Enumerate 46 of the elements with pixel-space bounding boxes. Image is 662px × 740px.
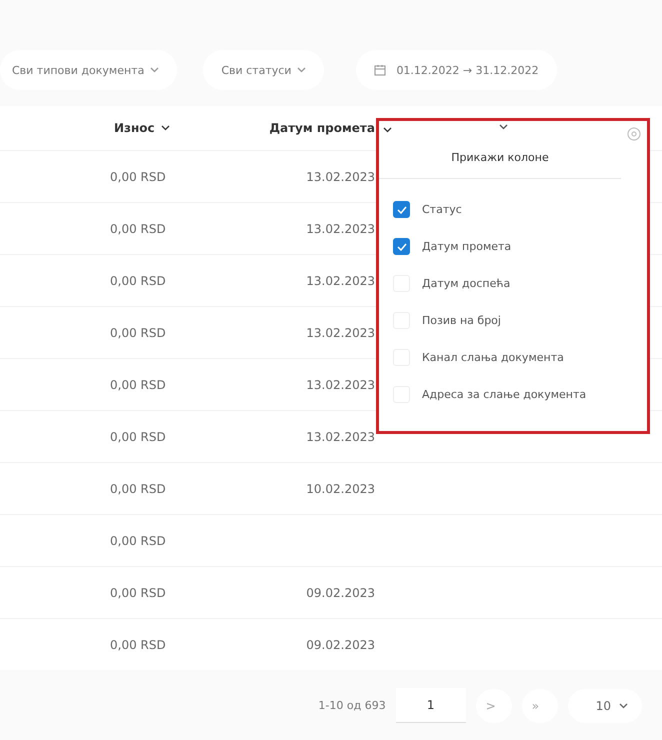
table-cell-text: 09.02.2023 [305, 638, 375, 652]
filter-dropdown[interactable]: Сви статуси [203, 50, 324, 90]
column-header[interactable]: Датум промета [250, 121, 375, 135]
sort-chevron-icon [383, 127, 392, 133]
chevron-down-icon [160, 125, 170, 131]
column-header[interactable]: Износ [100, 120, 250, 136]
sort-chevron-icon [499, 124, 508, 130]
chevron-down-icon [150, 67, 160, 73]
table-cell-text: 09.02.2023 [305, 586, 375, 600]
table-cell-text: 13.02.2023 [305, 326, 375, 340]
date-range-picker[interactable]: 01.12.2022 → 31.12.2022 [356, 50, 557, 90]
table-cell-text: 13.02.2023 [305, 170, 375, 184]
table-cell-text: 0,00 RSD [109, 534, 167, 548]
table-cell-text: 0,00 RSD [109, 482, 167, 496]
table-cell-text: 0,00 RSD [109, 222, 167, 236]
column-option[interactable]: Статус [393, 201, 647, 218]
table-cell-text: 0,00 RSD [109, 430, 167, 444]
column-option[interactable]: Датум доспећа [393, 275, 647, 292]
table-cell-text: 13.02.2023 [305, 378, 375, 392]
table-cell-text: 10.02.2023 [305, 482, 375, 496]
column-option[interactable]: Канал слања документа [393, 349, 647, 366]
chevron-down-icon [619, 702, 628, 708]
checkmark-icon [396, 242, 406, 250]
filter-dropdown[interactable]: Сви типови документа [0, 50, 178, 90]
column-option[interactable]: Позив на број [393, 312, 647, 329]
menu-title: Прикажи колоне [379, 121, 621, 179]
checkmark-icon [396, 206, 406, 214]
column-option[interactable]: Датум промета [393, 238, 647, 255]
checkbox[interactable] [393, 201, 410, 218]
pagination-range: 1-10 од 693 [318, 699, 386, 712]
page-input[interactable]: 1 [396, 688, 466, 723]
table-cell-text: 13.02.2023 [305, 222, 375, 236]
page-size-dropdown[interactable]: 10 [568, 688, 642, 722]
column-option[interactable]: Адреса за слање документа [393, 386, 647, 403]
checkbox[interactable] [393, 238, 410, 255]
table-cell-text: 0,00 RSD [109, 378, 167, 392]
table-cell-text: 13.02.2023 [305, 274, 375, 288]
settings-icon[interactable] [627, 127, 641, 141]
table-cell-text: 0,00 RSD [109, 326, 167, 340]
chevron-down-icon [297, 67, 306, 73]
table-cell-text: 0,00 RSD [109, 586, 167, 600]
table-cell-text: 13.02.2023 [305, 430, 375, 444]
table-cell-text: 0,00 RSD [109, 638, 167, 652]
table-cell-text: 0,00 RSD [109, 274, 167, 288]
calendar-icon [374, 64, 386, 76]
table-cell-text: 0,00 RSD [109, 170, 167, 184]
